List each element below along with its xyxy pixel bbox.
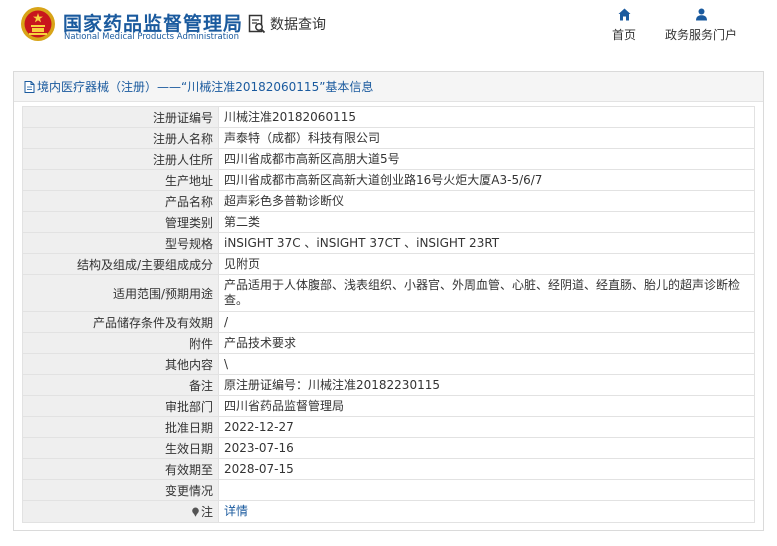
row-value: [218, 479, 755, 501]
table-row: 产品名称 超声彩色多普勒诊断仪: [22, 190, 755, 212]
table-row: 变更情况: [22, 479, 755, 501]
nav-service-portal-label: 政务服务门户: [665, 28, 738, 42]
row-label: 变更情况: [22, 479, 219, 501]
row-label: 注册证编号: [22, 106, 219, 128]
row-label: 型号规格: [22, 232, 219, 254]
row-value: 四川省成都市高新区高朋大道5号: [218, 148, 755, 170]
row-label: 结构及组成/主要组成成分: [22, 253, 219, 275]
table-row: 生产地址 四川省成都市高新区高新大道创业路16号火炬大厦A3-5/6/7: [22, 169, 755, 191]
row-value: 详情: [218, 500, 755, 523]
row-label: 产品储存条件及有效期: [22, 311, 219, 333]
table-row: 注册人住所 四川省成都市高新区高朋大道5号: [22, 148, 755, 170]
data-query-label: 数据查询: [270, 17, 326, 33]
table-row: 产品储存条件及有效期 /: [22, 311, 755, 333]
panel-title: 境内医疗器械（注册）——“川械注准20182060115”基本信息: [37, 79, 374, 94]
row-label: 产品名称: [22, 190, 219, 212]
pin-icon: [192, 507, 199, 517]
table-row: 审批部门 四川省药品监督管理局: [22, 395, 755, 417]
row-label: 其他内容: [22, 353, 219, 375]
row-label: 注册人住所: [22, 148, 219, 170]
national-emblem-icon: [21, 7, 55, 41]
panel-header: 境内医疗器械（注册）——“川械注准20182060115”基本信息: [14, 72, 763, 102]
row-label: 附件: [22, 332, 219, 354]
table-row: 生效日期 2023-07-16: [22, 437, 755, 459]
row-value: 四川省药品监督管理局: [218, 395, 755, 417]
row-label: 审批部门: [22, 395, 219, 417]
row-value: 声泰特（成都）科技有限公司: [218, 127, 755, 149]
table-row: 适用范围/预期用途 产品适用于人体腹部、浅表组织、小器官、外周血管、心脏、经阴道…: [22, 274, 755, 312]
table-row: 注 详情: [22, 500, 755, 523]
user-icon: [695, 8, 707, 21]
row-label: 注册人名称: [22, 127, 219, 149]
row-value: 2022-12-27: [218, 416, 755, 438]
row-value: 见附页: [218, 253, 755, 275]
row-label: 备注: [22, 374, 219, 396]
row-label: 生产地址: [22, 169, 219, 191]
data-query-link[interactable]: 数据查询: [248, 14, 326, 34]
table-row: 批准日期 2022-12-27: [22, 416, 755, 438]
table-row: 其他内容 \: [22, 353, 755, 375]
row-value: \: [218, 353, 755, 375]
row-value: 原注册证编号：川械注准20182230115: [218, 374, 755, 396]
nav-home[interactable]: 首页: [612, 8, 636, 43]
row-label: 适用范围/预期用途: [22, 274, 219, 312]
row-value: 第二类: [218, 211, 755, 233]
note-label: 注: [200, 505, 213, 519]
row-label: 生效日期: [22, 437, 219, 459]
table-row: 注册人名称 声泰特（成都）科技有限公司: [22, 127, 755, 149]
device-info-panel: 境内医疗器械（注册）——“川械注准20182060115”基本信息 注册证编号 …: [13, 71, 764, 531]
table-row: 注册证编号 川械注准20182060115: [22, 106, 755, 128]
site-brand-english: National Medical Products Administration: [64, 32, 239, 42]
row-value: /: [218, 311, 755, 333]
row-value: 产品技术要求: [218, 332, 755, 354]
row-value: iNSIGHT 37C 、iNSIGHT 37CT 、iNSIGHT 23RT: [218, 232, 755, 254]
row-label: 有效期至: [22, 458, 219, 480]
table-row: 型号规格 iNSIGHT 37C 、iNSIGHT 37CT 、iNSIGHT …: [22, 232, 755, 254]
row-value: 超声彩色多普勒诊断仪: [218, 190, 755, 212]
details-link[interactable]: 详情: [224, 504, 248, 518]
nav-service-portal[interactable]: 政务服务门户: [665, 8, 737, 43]
table-row: 备注 原注册证编号：川械注准20182230115: [22, 374, 755, 396]
row-label: 批准日期: [22, 416, 219, 438]
device-info-table: 注册证编号 川械注准20182060115 注册人名称 声泰特（成都）科技有限公…: [22, 106, 755, 523]
table-row: 附件 产品技术要求: [22, 332, 755, 354]
row-value: 川械注准20182060115: [218, 106, 755, 128]
nav-home-label: 首页: [612, 28, 637, 42]
row-label: 管理类别: [22, 211, 219, 233]
site-header: 国家药品监督管理局 National Medical Products Admi…: [0, 0, 777, 60]
document-icon: [24, 80, 35, 93]
home-icon: [618, 8, 630, 21]
table-row: 结构及组成/主要组成成分 见附页: [22, 253, 755, 275]
search-document-icon: [248, 14, 266, 34]
table-row: 管理类别 第二类: [22, 211, 755, 233]
note-label-cell: 注: [22, 500, 219, 523]
row-value: 2028-07-15: [218, 458, 755, 480]
table-row: 有效期至 2028-07-15: [22, 458, 755, 480]
row-value: 产品适用于人体腹部、浅表组织、小器官、外周血管、心脏、经阴道、经直肠、胎儿的超声…: [218, 274, 755, 312]
row-value: 四川省成都市高新区高新大道创业路16号火炬大厦A3-5/6/7: [218, 169, 755, 191]
row-value: 2023-07-16: [218, 437, 755, 459]
